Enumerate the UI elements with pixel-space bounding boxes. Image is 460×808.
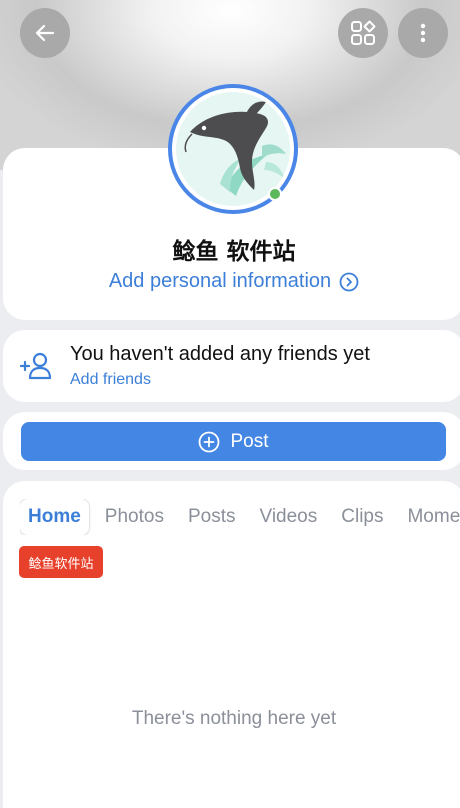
- apps-button[interactable]: [338, 8, 388, 58]
- more-button[interactable]: [398, 8, 448, 58]
- arrow-left-icon: [35, 24, 55, 42]
- tab-photos[interactable]: Photos: [93, 499, 176, 535]
- tab-home[interactable]: Home: [20, 499, 89, 535]
- tab-videos[interactable]: Videos: [247, 499, 329, 535]
- friends-card: [3, 330, 460, 402]
- add-friend-icon[interactable]: [20, 352, 54, 380]
- post-button[interactable]: Post: [21, 422, 446, 461]
- apps-grid-icon: [351, 20, 376, 45]
- online-status-dot: [268, 187, 282, 201]
- add-personal-info-link[interactable]: Add personal information: [0, 270, 460, 293]
- friends-empty-title: You haven't added any friends yet: [70, 343, 370, 365]
- profile-tabs: Home Photos Posts Videos Clips Moments: [20, 499, 460, 535]
- chevron-right-circle-icon: [339, 272, 359, 291]
- add-friends-link[interactable]: Add friends: [70, 371, 151, 389]
- back-button[interactable]: [20, 8, 70, 58]
- plus-circle-icon: [199, 431, 220, 452]
- post-button-label: Post: [230, 430, 269, 452]
- tab-posts[interactable]: Posts: [176, 499, 248, 535]
- profile-name: 鲶鱼 软件站: [172, 239, 296, 265]
- tab-clips[interactable]: Clips: [329, 499, 395, 535]
- more-vertical-icon: [420, 23, 426, 43]
- profile-tag[interactable]: 鲶鱼软件站: [19, 546, 103, 578]
- tab-moments[interactable]: Moments: [395, 499, 460, 535]
- empty-state-text: There's nothing here yet: [131, 708, 337, 729]
- add-info-label: Add personal information: [108, 270, 332, 292]
